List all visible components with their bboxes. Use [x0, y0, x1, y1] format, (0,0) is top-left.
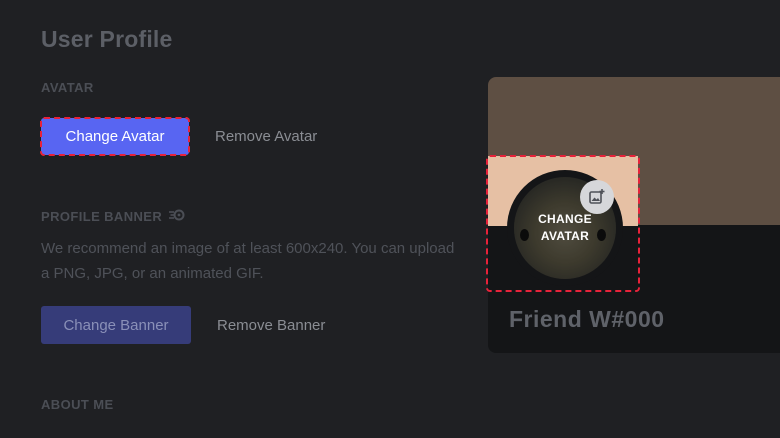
about-me-section-label: ABOUT ME — [41, 397, 114, 412]
profile-banner-section-label: PROFILE BANNER — [41, 209, 163, 224]
page-title: User Profile — [41, 26, 173, 52]
avatar-overlay-line-2: AVATAR — [540, 229, 590, 243]
change-avatar-button[interactable]: Change Avatar — [41, 118, 189, 155]
profile-banner-section-header: PROFILE BANNER — [41, 209, 186, 224]
avatar-section-label: AVATAR — [41, 80, 94, 95]
nitro-icon — [168, 209, 186, 224]
profile-banner-description: We recommend an image of at least 600x24… — [41, 240, 455, 282]
user-profile-page: User Profile AVATAR Change Avatar Remove… — [0, 0, 780, 438]
username: Friend W#000 — [509, 306, 665, 332]
avatar-overlay-line-1: CHANGE — [538, 212, 592, 226]
remove-banner-button[interactable]: Remove Banner — [217, 317, 325, 334]
add-image-icon[interactable] — [580, 180, 614, 214]
change-banner-button[interactable]: Change Banner — [41, 306, 191, 344]
remove-avatar-button[interactable]: Remove Avatar — [215, 128, 317, 145]
